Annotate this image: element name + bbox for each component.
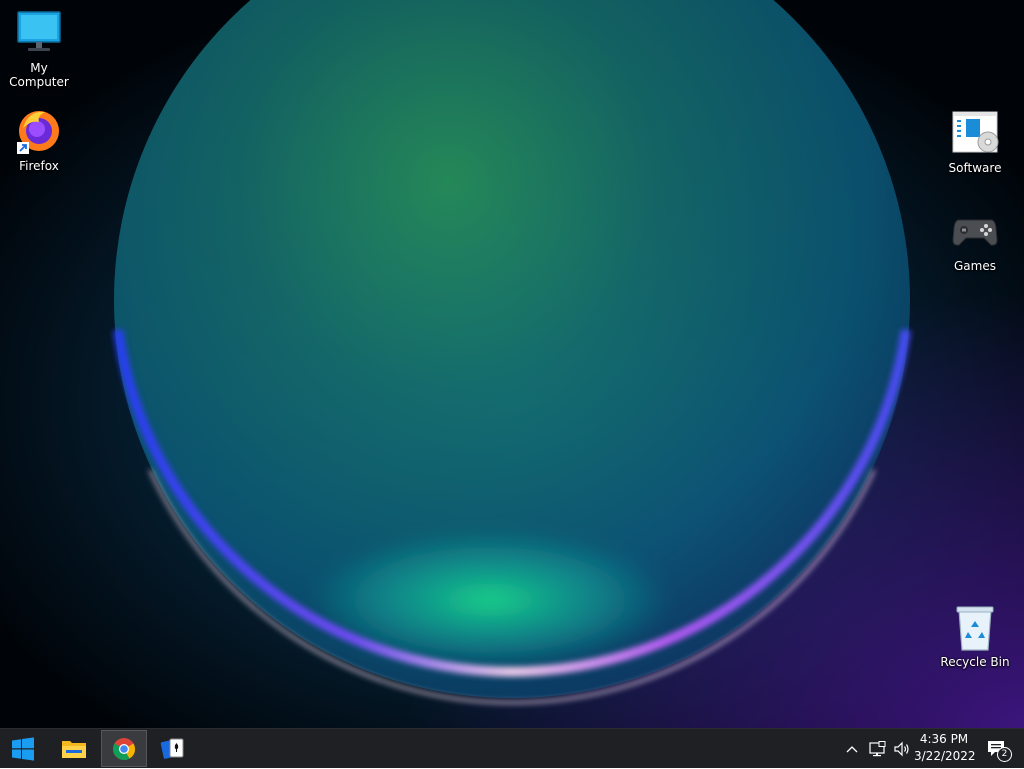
- recycle-bin-icon: [956, 606, 994, 651]
- software-installer-icon: [952, 111, 999, 153]
- clock[interactable]: 4:36 PM 3/22/2022: [914, 731, 976, 765]
- taskbar: 4:36 PM 3/22/2022 2: [0, 728, 1024, 768]
- taskbar-solitaire[interactable]: [150, 730, 196, 767]
- firefox-desktop-icon[interactable]: Firefox: [0, 108, 78, 173]
- my-computer-desktop-icon[interactable]: My Computer: [0, 10, 78, 89]
- folder-icon: [62, 740, 86, 758]
- taskbar-chrome[interactable]: [101, 730, 147, 767]
- gamepad-icon: [952, 219, 998, 246]
- desktop-icon-label: Software: [948, 161, 1002, 175]
- desktop: My Computer Firefox Software Games Recyc…: [0, 0, 1024, 728]
- volume-button[interactable]: [890, 729, 914, 769]
- action-center-button[interactable]: 2: [984, 729, 1012, 769]
- desktop-icon-label: Games: [954, 259, 996, 273]
- games-desktop-icon[interactable]: Games: [936, 208, 1014, 273]
- show-hidden-icons-button[interactable]: [842, 729, 862, 769]
- recycle-bin-desktop-icon[interactable]: Recycle Bin: [936, 604, 1014, 669]
- desktop-icon-label: Firefox: [19, 159, 59, 173]
- windows-logo-icon: [12, 736, 34, 761]
- notification-count-badge: 2: [997, 747, 1012, 762]
- taskbar-file-explorer[interactable]: [51, 730, 97, 767]
- firefox-icon: [17, 111, 59, 154]
- clock-time: 4:36 PM: [919, 732, 969, 746]
- desktop-icon-label: Recycle Bin: [940, 655, 1010, 669]
- software-desktop-icon[interactable]: Software: [936, 110, 1014, 175]
- network-status-button[interactable]: [865, 729, 889, 769]
- volume-icon: [894, 741, 909, 757]
- monitor-icon: [17, 11, 61, 51]
- chevron-up-icon: [846, 746, 858, 753]
- wallpaper: [0, 0, 1024, 728]
- clock-date: 3/22/2022: [914, 749, 976, 763]
- cards-icon: [160, 738, 184, 759]
- desktop-icon-label: My Computer: [9, 61, 69, 89]
- start-button[interactable]: [0, 730, 46, 767]
- chrome-icon: [113, 737, 135, 760]
- network-icon: [869, 741, 886, 757]
